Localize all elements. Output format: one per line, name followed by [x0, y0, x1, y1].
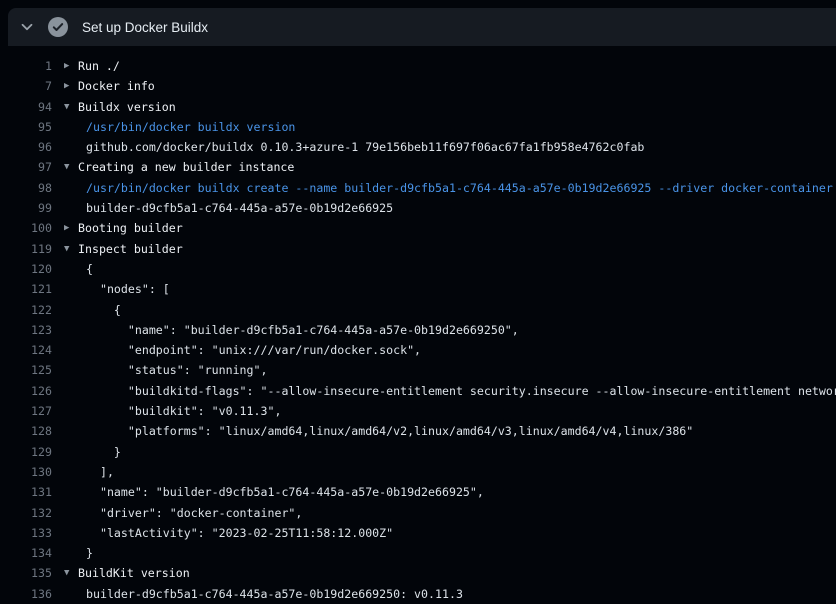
triangle-down-icon: ▼ — [64, 239, 69, 259]
log-group-title: Booting builder — [78, 218, 183, 238]
line-number[interactable]: 130 — [0, 462, 52, 482]
line-number[interactable]: 135 — [0, 563, 52, 583]
log-text: /usr/bin/docker buildx create --name bui… — [86, 178, 833, 198]
triangle-down-icon: ▼ — [64, 563, 69, 583]
line-number[interactable]: 128 — [0, 421, 52, 441]
line-number[interactable]: 131 — [0, 482, 52, 502]
log-group-row[interactable]: 119 ▼ Inspect builder — [0, 239, 836, 259]
line-number[interactable]: 98 — [0, 178, 52, 198]
line-number[interactable]: 123 — [0, 320, 52, 340]
log-line-row: 98/usr/bin/docker buildx create --name b… — [0, 178, 836, 198]
line-number[interactable]: 122 — [0, 300, 52, 320]
log-line-row: 121 "nodes": [ — [0, 279, 836, 299]
log-line-row: 99 builder-d9cfb5a1-c764-445a-a57e-0b19d2… — [0, 198, 836, 218]
line-number[interactable]: 1 — [0, 56, 52, 76]
log-line-row: 136 builder-d9cfb5a1-c764-445a-a57e-0b19d… — [0, 584, 836, 604]
log-viewer: 1▶Run ./7▶Docker info94▼Buildx version95… — [0, 46, 836, 604]
log-line-row: 96 github.com/docker/buildx 0.10.3+azure-… — [0, 137, 836, 157]
line-number[interactable]: 124 — [0, 340, 52, 360]
log-group-title: Docker info — [78, 76, 155, 96]
log-text: "buildkitd-flags": "--allow-insecure-ent… — [86, 381, 836, 401]
line-number[interactable]: 99 — [0, 198, 52, 218]
step-title: Set up Docker Buildx — [82, 20, 208, 35]
log-line-row: 95/usr/bin/docker buildx version — [0, 117, 836, 137]
log-group-row[interactable]: 97 ▼ Creating a new builder instance — [0, 157, 836, 177]
chevron-down-icon[interactable] — [20, 20, 34, 34]
log-text: "lastActivity": "2023-02-25T11:58:12.000… — [86, 523, 393, 543]
line-number[interactable]: 136 — [0, 584, 52, 604]
triangle-right-icon: ▶ — [64, 56, 69, 76]
log-line-row: 133 "lastActivity": "2023-02-25T11:58:12… — [0, 523, 836, 543]
log-group-row[interactable]: 1 ▶ Run ./ — [0, 56, 836, 76]
log-line-row: 127 "buildkit": "v0.11.3", — [0, 401, 836, 421]
line-number[interactable]: 120 — [0, 259, 52, 279]
log-text: "endpoint": "unix:///var/run/docker.sock… — [86, 340, 421, 360]
log-text: } — [86, 543, 93, 563]
log-text: builder-d9cfb5a1-c764-445a-a57e-0b19d2e6… — [86, 584, 463, 604]
line-number[interactable]: 134 — [0, 543, 52, 563]
log-text: "name": "builder-d9cfb5a1-c764-445a-a57e… — [86, 482, 484, 502]
log-text: { — [86, 259, 93, 279]
log-text: /usr/bin/docker buildx version — [86, 117, 295, 137]
log-group-title: Buildx version — [78, 97, 176, 117]
log-line-row: 134} — [0, 543, 836, 563]
line-number[interactable]: 126 — [0, 381, 52, 401]
triangle-down-icon: ▼ — [64, 157, 69, 177]
log-line-row: 125 "status": "running", — [0, 360, 836, 380]
line-number[interactable]: 121 — [0, 279, 52, 299]
log-line-row: 130 ], — [0, 462, 836, 482]
line-number[interactable]: 97 — [0, 157, 52, 177]
log-line-row: 131 "name": "builder-d9cfb5a1-c764-445a-… — [0, 482, 836, 502]
line-number[interactable]: 129 — [0, 442, 52, 462]
log-text: ], — [86, 462, 114, 482]
log-text: "platforms": "linux/amd64,linux/amd64/v2… — [86, 421, 693, 441]
log-line-row: 128 "platforms": "linux/amd64,linux/amd6… — [0, 421, 836, 441]
log-group-row[interactable]: 100 ▶ Booting builder — [0, 218, 836, 238]
line-number[interactable]: 119 — [0, 239, 52, 259]
line-number[interactable]: 125 — [0, 360, 52, 380]
log-line-row: 122 { — [0, 300, 836, 320]
log-text: "driver": "docker-container", — [86, 503, 302, 523]
log-text: "nodes": [ — [86, 279, 170, 299]
triangle-down-icon: ▼ — [64, 97, 69, 117]
log-text: builder-d9cfb5a1-c764-445a-a57e-0b19d2e6… — [86, 198, 393, 218]
triangle-right-icon: ▶ — [64, 218, 69, 238]
log-text: "status": "running", — [86, 360, 267, 380]
log-line-row: 132 "driver": "docker-container", — [0, 503, 836, 523]
log-group-row[interactable]: 7 ▶ Docker info — [0, 76, 836, 96]
log-group-title: BuildKit version — [78, 563, 190, 583]
step-header[interactable]: Set up Docker Buildx — [8, 8, 836, 46]
line-number[interactable]: 94 — [0, 97, 52, 117]
log-line-row: 129 } — [0, 442, 836, 462]
log-group-title: Inspect builder — [78, 239, 183, 259]
log-group-row[interactable]: 135 ▼ BuildKit version — [0, 563, 836, 583]
log-text: } — [86, 442, 121, 462]
log-line-row: 126 "buildkitd-flags": "--allow-insecure… — [0, 381, 836, 401]
log-text: "name": "builder-d9cfb5a1-c764-445a-a57e… — [86, 320, 519, 340]
line-number[interactable]: 127 — [0, 401, 52, 421]
log-group-title: Creating a new builder instance — [78, 157, 294, 177]
log-line-row: 123 "name": "builder-d9cfb5a1-c764-445a-… — [0, 320, 836, 340]
line-number[interactable]: 132 — [0, 503, 52, 523]
success-check-icon — [48, 17, 68, 37]
log-group-row[interactable]: 94 ▼ Buildx version — [0, 97, 836, 117]
line-number[interactable]: 95 — [0, 117, 52, 137]
log-group-title: Run ./ — [78, 56, 120, 76]
log-text: "buildkit": "v0.11.3", — [86, 401, 281, 421]
triangle-right-icon: ▶ — [64, 76, 69, 96]
line-number[interactable]: 100 — [0, 218, 52, 238]
line-number[interactable]: 96 — [0, 137, 52, 157]
log-line-row: 124 "endpoint": "unix:///var/run/docker.… — [0, 340, 836, 360]
line-number[interactable]: 7 — [0, 76, 52, 96]
log-text: github.com/docker/buildx 0.10.3+azure-1 … — [86, 137, 644, 157]
log-text: { — [86, 300, 121, 320]
log-line-row: 120 { — [0, 259, 836, 279]
line-number[interactable]: 133 — [0, 523, 52, 543]
